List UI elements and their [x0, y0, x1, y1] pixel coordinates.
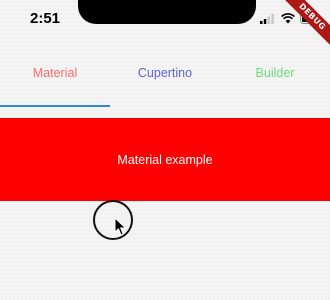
cursor-icon — [114, 217, 127, 236]
banner-text: Material example — [117, 152, 213, 167]
tab-bar: Material Cupertino Builder — [0, 40, 330, 106]
signal-icon — [260, 14, 274, 24]
status-time: 2:51 — [30, 10, 61, 27]
status-bar: 2:51 — [0, 0, 330, 40]
device-notch — [78, 0, 256, 24]
tab-material[interactable]: Material — [0, 40, 110, 106]
tab-builder[interactable]: Builder — [220, 40, 330, 106]
tab-indicator — [0, 105, 110, 107]
tab-cupertino[interactable]: Cupertino — [110, 40, 220, 106]
content-banner: Material example — [0, 118, 330, 201]
wifi-icon — [281, 13, 295, 24]
